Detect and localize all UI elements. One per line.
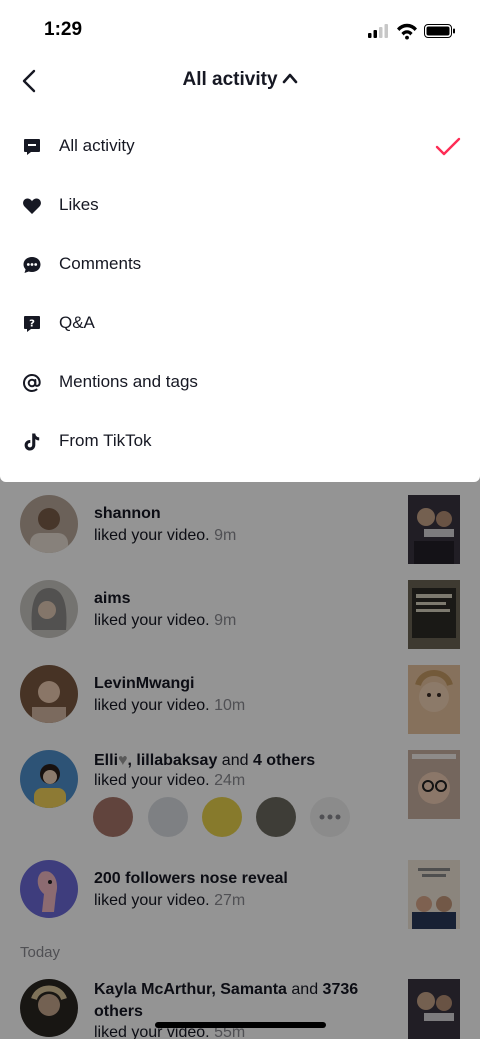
activity-text: liked your video. 9m: [94, 527, 237, 544]
user-name[interactable]: LevinMwangi: [94, 675, 194, 693]
status-icons: [368, 22, 458, 40]
timestamp: 9m: [214, 612, 237, 629]
video-thumbnail[interactable]: [408, 665, 460, 734]
menu-label: Mentions and tags: [59, 372, 198, 391]
heart-icon: [23, 198, 41, 214]
video-thumbnail[interactable]: [408, 979, 460, 1039]
question-bubble-icon: ?: [24, 316, 40, 332]
tiktok-icon: [24, 433, 40, 451]
video-thumbnail[interactable]: [408, 860, 460, 929]
avatar[interactable]: [148, 797, 188, 837]
checkmark-icon: [435, 137, 461, 156]
avatar[interactable]: [20, 495, 78, 553]
page-title: All activity: [182, 69, 278, 90]
activity-filter-toggle[interactable]: All activity: [0, 69, 480, 91]
list-item[interactable]: Kayla McArthur, Samanta and 3736 others …: [0, 972, 480, 1039]
user-name[interactable]: 200 followers nose reveal: [94, 870, 288, 888]
at-icon: [22, 373, 41, 393]
user-names[interactable]: Elli♥, lillabaksay and 4 others: [94, 752, 315, 770]
menu-label: All activity: [59, 136, 135, 155]
menu-label: Comments: [59, 254, 142, 273]
timestamp: 10m: [214, 697, 246, 714]
video-thumbnail[interactable]: [408, 580, 460, 649]
menu-label: Q&A: [59, 313, 95, 332]
home-indicator: [155, 1022, 326, 1028]
battery-icon: [424, 24, 455, 38]
avatar[interactable]: [256, 797, 296, 837]
avatar[interactable]: [20, 979, 78, 1037]
menu-item-qa[interactable]: ? Q&A: [0, 295, 480, 354]
avatar[interactable]: [202, 797, 242, 837]
timestamp: 24m: [214, 772, 246, 789]
avatar[interactable]: [93, 797, 133, 837]
wifi-icon: [397, 23, 417, 40]
menu-label: Likes: [59, 195, 99, 214]
list-item[interactable]: LevinMwangi liked your video. 10m: [0, 652, 480, 737]
menu-item-mentions-and-tags[interactable]: Mentions and tags: [0, 354, 480, 413]
heart-icon: ♥: [118, 752, 128, 769]
status-time: 1:29: [44, 19, 83, 40]
activity-text: liked your video. 27m: [94, 892, 246, 909]
signal-icon: [368, 24, 388, 38]
section-label-today: Today: [20, 944, 61, 961]
chat-bubble-icon: [24, 139, 40, 155]
list-item[interactable]: aims liked your video. 9m: [0, 567, 480, 652]
user-name[interactable]: aims: [94, 590, 130, 608]
ellipsis-icon: [319, 814, 341, 820]
menu-label: From TikTok: [59, 431, 152, 450]
avatar[interactable]: [20, 750, 78, 808]
video-thumbnail[interactable]: [408, 750, 460, 819]
menu-item-from-tiktok[interactable]: From TikTok: [0, 413, 480, 472]
timestamp: 9m: [214, 527, 237, 544]
video-thumbnail[interactable]: [408, 495, 460, 564]
list-item[interactable]: 200 followers nose reveal liked your vid…: [0, 857, 480, 942]
svg-text:?: ?: [29, 319, 35, 330]
activity-text: liked your video. 10m: [94, 697, 246, 714]
menu-item-all-activity[interactable]: All activity: [0, 118, 480, 177]
menu-item-likes[interactable]: Likes: [0, 177, 480, 236]
activity-text: liked your video. 9m: [94, 612, 237, 629]
user-names[interactable]: Kayla McArthur, Samanta and 3736: [94, 981, 358, 999]
list-item[interactable]: Elli♥, lillabaksay and 4 others liked yo…: [0, 737, 480, 857]
list-item[interactable]: shannon liked your video. 9m: [0, 482, 480, 567]
activity-text: liked your video. 24m: [94, 772, 246, 789]
user-names-overflow: others: [94, 1003, 143, 1020]
avatar[interactable]: [20, 860, 78, 918]
avatar[interactable]: [20, 665, 78, 723]
avatar[interactable]: [20, 580, 78, 638]
activity-feed: shannon liked your video. 9m aims liked …: [0, 482, 480, 1039]
user-name[interactable]: shannon: [94, 505, 161, 523]
comment-dots-icon: [23, 257, 41, 273]
menu-item-comments[interactable]: Comments: [0, 236, 480, 295]
chevron-up-icon: [282, 73, 297, 84]
timestamp: 27m: [214, 892, 246, 909]
activity-filter-sheet: 1:29 All activity All activity Likes Com…: [0, 0, 480, 482]
more-avatars-button[interactable]: [310, 797, 350, 837]
